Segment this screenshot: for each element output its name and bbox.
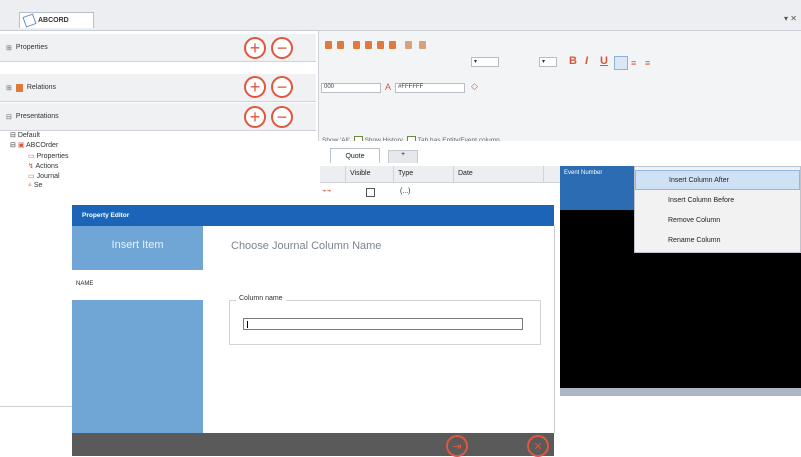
grid-header-date[interactable]: Date [454,166,544,182]
grid-header: Visible Type Date [320,166,570,183]
visible-checkbox[interactable] [366,188,375,197]
row-icon: ⌁⌁ [322,186,332,195]
remove-property-button[interactable]: − [271,37,293,59]
tab-close-icon[interactable]: ▾ ✕ [784,14,797,23]
toolbar-icon[interactable] [353,41,360,49]
divider [0,406,72,407]
grid-header-visible[interactable]: Visible [346,166,394,182]
section-label: Presentations [15,113,59,120]
section-properties[interactable]: ⊞ Properties [0,34,316,62]
color-value-select[interactable]: #FFFFFF [395,83,465,93]
remove-presentation-button[interactable]: − [271,106,293,128]
remove-relation-button[interactable]: − [271,76,293,98]
add-property-button[interactable]: + [244,37,266,59]
section-label: Relations [26,84,57,91]
document-icon [22,13,37,28]
selected-column-header[interactable]: Event Number [560,166,638,210]
dialog-title: Property Editor [82,212,130,219]
tree-item-journal[interactable]: ▭ Journal [28,172,60,180]
italic-button[interactable]: I [585,55,588,67]
column-name-input[interactable] [243,318,523,330]
document-tab-title: ABCORD [38,17,69,24]
horizontal-scrollbar[interactable] [560,388,801,396]
align-center-icon[interactable]: ≡ [631,58,636,68]
formatting-toolbar: ▾ ▾ B I U ≡ ≡ 000 A #FFFFFF ◇ [318,31,801,141]
toolbar-icon[interactable] [377,41,384,49]
menu-item-insert-column-before[interactable]: Insert Column Before [635,191,800,211]
expand-icon[interactable]: ⊟ [6,113,12,121]
grid-header-spacer [320,166,346,182]
font-dropdown[interactable]: ▾ [539,57,557,67]
underline-button[interactable]: U [600,55,608,67]
section-relations[interactable]: ⊞ Relations [0,74,316,102]
tree-item-default[interactable]: ⊟ Default [10,131,40,139]
dialog-sidebar-header: Insert Item [111,239,164,251]
toolbar-icon[interactable] [419,41,426,49]
font-size-select[interactable]: 000 [321,83,381,93]
tree-item-properties[interactable]: ▭ Properties [28,152,68,160]
toolbar-icon[interactable] [325,41,332,49]
tab-quote[interactable]: Quote [330,148,380,163]
menu-item-remove-column[interactable]: Remove Column [635,211,800,231]
grid-header-type[interactable]: Type [394,166,454,182]
align-right-icon[interactable]: ≡ [645,58,650,68]
column-name-label: Column name [236,295,286,302]
text-color-icon[interactable]: A [385,82,391,92]
menu-item-insert-column-after[interactable]: Insert Column After [635,170,800,190]
toolbar-icon[interactable] [389,41,396,49]
formula-icon[interactable] [405,41,412,49]
align-left-icon[interactable] [614,56,628,70]
add-presentation-button[interactable]: + [244,106,266,128]
context-menu: Insert Column After Insert Column Before… [634,166,801,253]
tab-new[interactable]: + [388,150,418,163]
type-cell[interactable]: (...) [400,188,411,195]
tree-item-abcorder[interactable]: ⊟ ▣ ABCOrder [10,141,58,149]
fill-color-icon[interactable]: ◇ [471,81,478,92]
menu-item-rename-column[interactable]: Rename Column [635,231,800,251]
sidebar-step-name[interactable]: NAME [72,270,203,300]
section-presentations[interactable]: ⊟ Presentations [0,103,316,131]
add-relation-button[interactable]: + [244,76,266,98]
cancel-button[interactable]: ✕ [527,435,549,457]
dialog-heading: Choose Journal Column Name [231,240,382,252]
font-size-dropdown[interactable]: ▾ [471,57,499,67]
tree-item-se[interactable]: ⌕ Se [28,182,42,190]
text-caret [247,321,248,328]
expand-icon[interactable]: ⊞ [6,84,12,92]
dialog-footer [72,433,554,456]
bold-button[interactable]: B [569,55,577,67]
document-tab[interactable]: ABCORD [19,12,94,28]
tree-item-actions[interactable]: ↯ Actions [28,162,58,170]
document-tab-strip [0,0,801,31]
relations-icon [15,83,23,92]
section-label: Properties [15,44,48,51]
expand-icon[interactable]: ⊞ [6,44,12,52]
dialog-title-bar[interactable]: Property Editor [72,205,554,226]
toolbar-icon[interactable] [365,41,372,49]
toolbar-icon[interactable] [337,41,344,49]
next-button[interactable]: ⇥ [446,435,468,457]
